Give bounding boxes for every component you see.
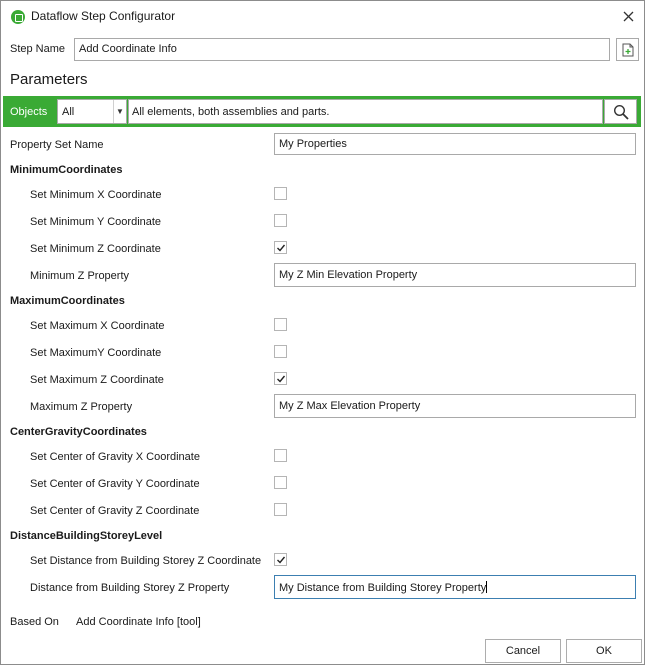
max-y-label: Set MaximumY Coordinate: [30, 347, 162, 359]
close-icon: [623, 11, 633, 21]
step-name-input[interactable]: Add Coordinate Info: [74, 38, 610, 61]
min-x-label: Set Minimum X Coordinate: [30, 189, 162, 201]
group-distance-header: DistanceBuildingStoreyLevel: [10, 530, 163, 542]
step-name-label: Step Name: [10, 43, 66, 55]
new-document-icon: [622, 43, 633, 56]
group-minimum-header: MinimumCoordinates: [10, 164, 123, 176]
ok-button[interactable]: OK: [566, 639, 642, 663]
parameters-title: Parameters: [10, 71, 88, 88]
checkmark-icon: [277, 375, 286, 383]
distance-set-label: Set Distance from Building Storey Z Coor…: [30, 555, 262, 567]
objects-select[interactable]: All ▼: [57, 99, 127, 124]
checkmark-icon: [277, 244, 286, 252]
cog-z-label: Set Center of Gravity Z Coordinate: [30, 505, 200, 517]
based-on-value: Add Coordinate Info [tool]: [76, 616, 201, 628]
dialog-window: Dataflow Step Configurator Step Name Add…: [0, 0, 645, 665]
distance-property-value: My Distance from Building Storey Propert…: [279, 582, 487, 594]
group-center-header: CenterGravityCoordinates: [10, 426, 147, 438]
max-y-checkbox[interactable]: [274, 345, 287, 358]
objects-description: All elements, both assemblies and parts.: [128, 99, 603, 124]
window-title: Dataflow Step Configurator: [31, 9, 176, 23]
property-set-input[interactable]: My Properties: [274, 133, 636, 155]
property-set-label: Property Set Name: [10, 139, 104, 151]
max-x-checkbox[interactable]: [274, 318, 287, 331]
distance-property-label: Distance from Building Storey Z Property: [30, 582, 230, 594]
cog-y-checkbox[interactable]: [274, 476, 287, 489]
min-y-label: Set Minimum Y Coordinate: [30, 216, 162, 228]
min-z-property-input[interactable]: My Z Min Elevation Property: [274, 263, 636, 287]
checkmark-icon: [277, 556, 286, 564]
chevron-down-icon[interactable]: ▼: [113, 100, 126, 123]
cog-y-label: Set Center of Gravity Y Coordinate: [30, 478, 200, 490]
max-z-property-input[interactable]: My Z Max Elevation Property: [274, 394, 636, 418]
text-caret: [486, 581, 488, 593]
search-button[interactable]: [604, 99, 637, 124]
based-on-label: Based On: [10, 616, 59, 628]
min-z-label: Set Minimum Z Coordinate: [30, 243, 161, 255]
cog-x-label: Set Center of Gravity X Coordinate: [30, 451, 200, 463]
cog-z-checkbox[interactable]: [274, 503, 287, 516]
max-z-label: Set Maximum Z Coordinate: [30, 374, 164, 386]
distance-set-checkbox[interactable]: [274, 553, 287, 566]
objects-label: Objects: [10, 106, 48, 118]
min-x-checkbox[interactable]: [274, 187, 287, 200]
max-z-checkbox[interactable]: [274, 372, 287, 385]
search-icon: [613, 104, 629, 120]
objects-select-value: All: [62, 106, 75, 118]
min-z-property-label: Minimum Z Property: [30, 270, 130, 282]
distance-property-input[interactable]: My Distance from Building Storey Propert…: [274, 575, 636, 599]
close-button[interactable]: [617, 6, 639, 26]
new-document-button[interactable]: [616, 38, 639, 61]
title-bar: Dataflow Step Configurator: [1, 1, 644, 32]
app-logo-icon: [11, 10, 25, 24]
group-maximum-header: MaximumCoordinates: [10, 295, 125, 307]
cancel-button[interactable]: Cancel: [485, 639, 561, 663]
min-y-checkbox[interactable]: [274, 214, 287, 227]
max-z-property-label: Maximum Z Property: [30, 401, 133, 413]
min-z-checkbox[interactable]: [274, 241, 287, 254]
max-x-label: Set Maximum X Coordinate: [30, 320, 165, 332]
cog-x-checkbox[interactable]: [274, 449, 287, 462]
objects-filter-bar: Objects All ▼ All elements, both assembl…: [3, 96, 641, 127]
